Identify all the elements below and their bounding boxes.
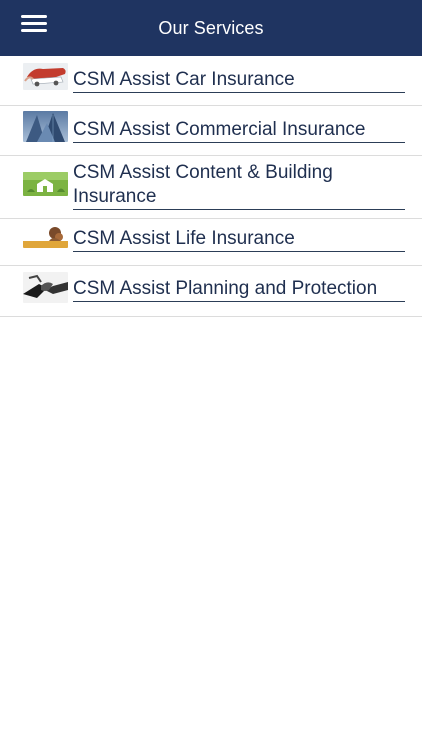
menu-bar (21, 15, 47, 18)
commercial-buildings-thumbnail (23, 111, 68, 142)
service-item-commercial-insurance[interactable]: CSM Assist Commercial Insurance (0, 106, 422, 156)
service-item-label: CSM Assist Car Insurance (73, 68, 405, 93)
page-title: Our Services (158, 17, 264, 38)
service-item-life-insurance[interactable]: CSM Assist Life Insurance (0, 219, 422, 266)
service-item-label: CSM Assist Content & Building Insurance (73, 161, 405, 210)
service-item-label: CSM Assist Commercial Insurance (73, 118, 405, 143)
menu-bar (21, 29, 47, 32)
service-item-label: CSM Assist Planning and Protection (73, 277, 405, 302)
service-item-label: CSM Assist Life Insurance (73, 227, 405, 252)
handshake-thumbnail (23, 272, 68, 303)
app-header: Our Services (0, 0, 422, 56)
service-item-content-building-insurance[interactable]: CSM Assist Content & Building Insurance (0, 156, 422, 219)
service-item-planning-protection[interactable]: CSM Assist Planning and Protection (0, 266, 422, 317)
car-insurance-thumbnail (23, 63, 68, 90)
hamburger-menu-icon[interactable] (21, 15, 47, 37)
life-insurance-thumbnail (23, 225, 68, 248)
house-on-grass-thumbnail (23, 172, 68, 196)
menu-bar (21, 22, 47, 25)
service-item-car-insurance[interactable]: CSM Assist Car Insurance (0, 56, 422, 106)
services-list: CSM Assist Car Insurance CSM Assist Comm… (0, 56, 422, 317)
